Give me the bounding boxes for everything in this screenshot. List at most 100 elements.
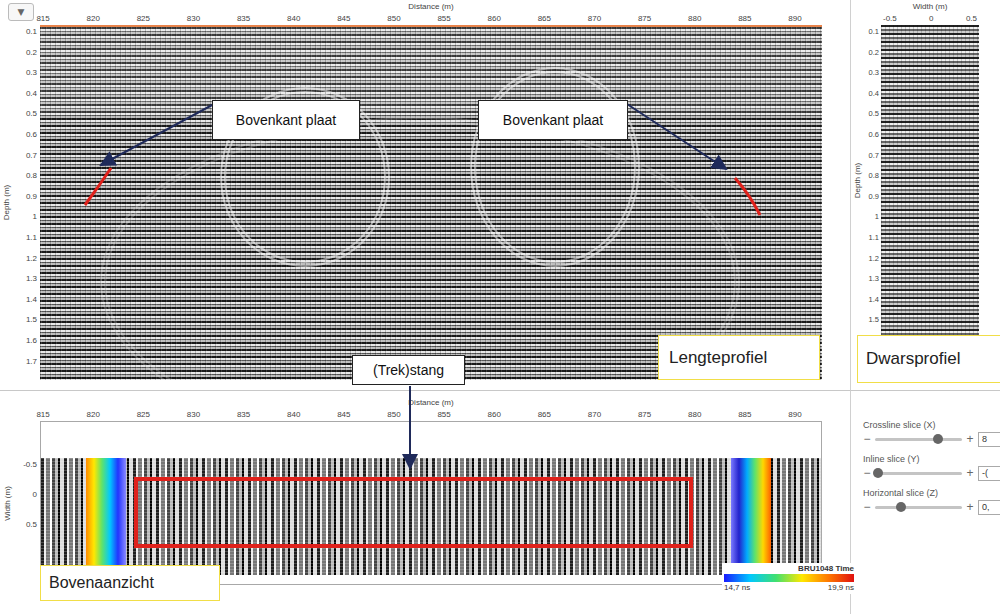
axis-tick: 1.4 [14, 290, 40, 311]
distance-axis-title: Distance (m) [40, 0, 822, 13]
axis-tick: 840 [269, 13, 319, 25]
axis-tick: 890 [770, 13, 820, 25]
decrement-button[interactable]: − [863, 500, 871, 514]
increment-button[interactable]: + [966, 466, 974, 480]
depth-axis-title: Depth (m) [854, 162, 863, 198]
arrow-icon [409, 386, 411, 468]
plate-edge-mark [85, 168, 111, 205]
axis-tick: 870 [569, 409, 619, 421]
axis-tick: -0.5 [14, 450, 40, 480]
slice-value-input[interactable]: -( [978, 466, 1000, 481]
slice-label: Inline slice (Y) [863, 453, 1000, 465]
colorbar-gradient [724, 574, 854, 582]
top-view-slice [41, 458, 821, 575]
axis-tick: 0 [929, 13, 933, 25]
decrement-button[interactable]: − [863, 432, 871, 446]
slice-control: Inline slice (Y)− + -( [863, 453, 1000, 481]
slider-thumb[interactable] [933, 434, 943, 444]
axis-tick: 860 [469, 409, 519, 421]
axis-tick: 1.1 [865, 228, 881, 249]
arrow-icon [101, 104, 214, 165]
cross-profile-label: Dwarsprofiel [857, 335, 1000, 383]
axis-tick: 885 [720, 409, 770, 421]
axis-tick: 1.3 [865, 269, 881, 290]
axis-tick: 820 [68, 409, 118, 421]
view-menu-button[interactable]: ▼ [8, 3, 34, 21]
length-profile-label: Lengteprofiel [658, 335, 820, 380]
axis-tick: 865 [519, 13, 569, 25]
increment-button[interactable]: + [966, 500, 974, 514]
plate-callout: Bovenkant plaat [478, 100, 628, 140]
axis-tick: -0.5 [883, 13, 897, 25]
colorbar-min: 14,7 ns [724, 582, 750, 593]
axis-tick: 1.2 [865, 249, 881, 270]
slice-value-input[interactable]: 8 [978, 432, 1000, 447]
axis-tick: 1.1 [14, 228, 40, 249]
plate-edge-mark [735, 178, 760, 215]
axis-tick: 825 [118, 13, 168, 25]
slider-thumb[interactable] [873, 468, 883, 478]
colorbar-title: BRU1048 Time [724, 564, 854, 574]
axis-tick: 830 [168, 13, 218, 25]
distance-axis: 8158208258308358408458508558608658708758… [18, 13, 822, 25]
depth-axis: 0.10.20.30.40.50.60.70.80.911.11.21.31.4… [865, 22, 881, 335]
cross-radargram [881, 25, 979, 335]
cross-profile-panel: Width (m)-0.500.5Depth (m)0.10.20.30.40.… [850, 0, 1000, 390]
axis-tick: 855 [419, 13, 469, 25]
axis-tick: 0.5 [865, 104, 881, 125]
axis-tick: 0.7 [14, 146, 40, 167]
color-band [86, 458, 126, 575]
depth-axis-title: Depth (m) [3, 185, 12, 221]
decrement-button[interactable]: − [863, 466, 871, 480]
gpr-viewer: ▼Distance (m)815820825830835840845850855… [0, 0, 1000, 614]
axis-tick: 845 [319, 409, 369, 421]
length-radargram: Lengteprofiel [40, 25, 822, 380]
axis-tick: 0.5 [14, 510, 40, 540]
arrow-icon [627, 104, 726, 169]
slice-slider[interactable] [875, 438, 962, 441]
axis-tick: 880 [670, 13, 720, 25]
axis-tick: 0.2 [865, 43, 881, 64]
axis-tick: 1.3 [14, 269, 40, 290]
distance-axis: 8158208258308358408458508558608658708758… [18, 409, 822, 421]
axis-tick: 885 [720, 13, 770, 25]
colorbar: BRU1048 Time14,7 ns19,9 ns [722, 563, 856, 594]
axis-tick: 0.9 [14, 187, 40, 208]
axis-tick: 0.6 [14, 125, 40, 146]
axis-tick: 840 [269, 409, 319, 421]
axis-tick: 815 [18, 409, 68, 421]
axis-tick: 0.1 [14, 22, 40, 43]
axis-tick: 820 [68, 13, 118, 25]
axis-tick: 850 [369, 409, 419, 421]
slice-slider[interactable] [875, 472, 962, 475]
axis-tick: 0.5 [966, 13, 977, 25]
top-view-panel: Distance (m)8158208258308358408458508558… [0, 390, 850, 614]
axis-tick: 0.8 [14, 166, 40, 187]
width-axis: Width (m)-0.500.5 [0, 421, 40, 585]
axis-tick: 825 [118, 409, 168, 421]
axis-tick: 875 [620, 13, 670, 25]
axis-tick: 860 [469, 13, 519, 25]
slice-value-input[interactable]: 0, [978, 500, 1000, 515]
axis-tick: 0 [14, 480, 40, 510]
axis-tick: 1.7 [14, 352, 40, 373]
slice-label: Horizontal slice (Z) [863, 487, 1000, 499]
axis-tick: 830 [168, 409, 218, 421]
slider-thumb[interactable] [896, 502, 906, 512]
slice-slider[interactable] [875, 506, 962, 509]
width-axis: -0.5 0 0.5 [881, 13, 979, 25]
depth-axis: Depth (m)0.10.20.30.40.50.60.70.80.911.1… [0, 25, 40, 380]
axis-tick: 845 [319, 13, 369, 25]
plate-callout: Bovenkant plaat [212, 100, 360, 140]
length-profile-panel: ▼ Distance (m)815820825830835840845850855… [0, 0, 850, 390]
axis-tick: 0.5 [14, 104, 40, 125]
axis-tick: 865 [519, 409, 569, 421]
axis-tick: 835 [219, 13, 269, 25]
highlight-rectangle [134, 477, 693, 548]
axis-tick: 890 [770, 409, 820, 421]
axis-tick: 875 [620, 409, 670, 421]
increment-button[interactable]: + [966, 432, 974, 446]
axis-tick: 0.4 [865, 84, 881, 105]
distance-axis-title: Distance (m) [40, 397, 822, 409]
width-axis-title: Width (m) [3, 486, 12, 521]
